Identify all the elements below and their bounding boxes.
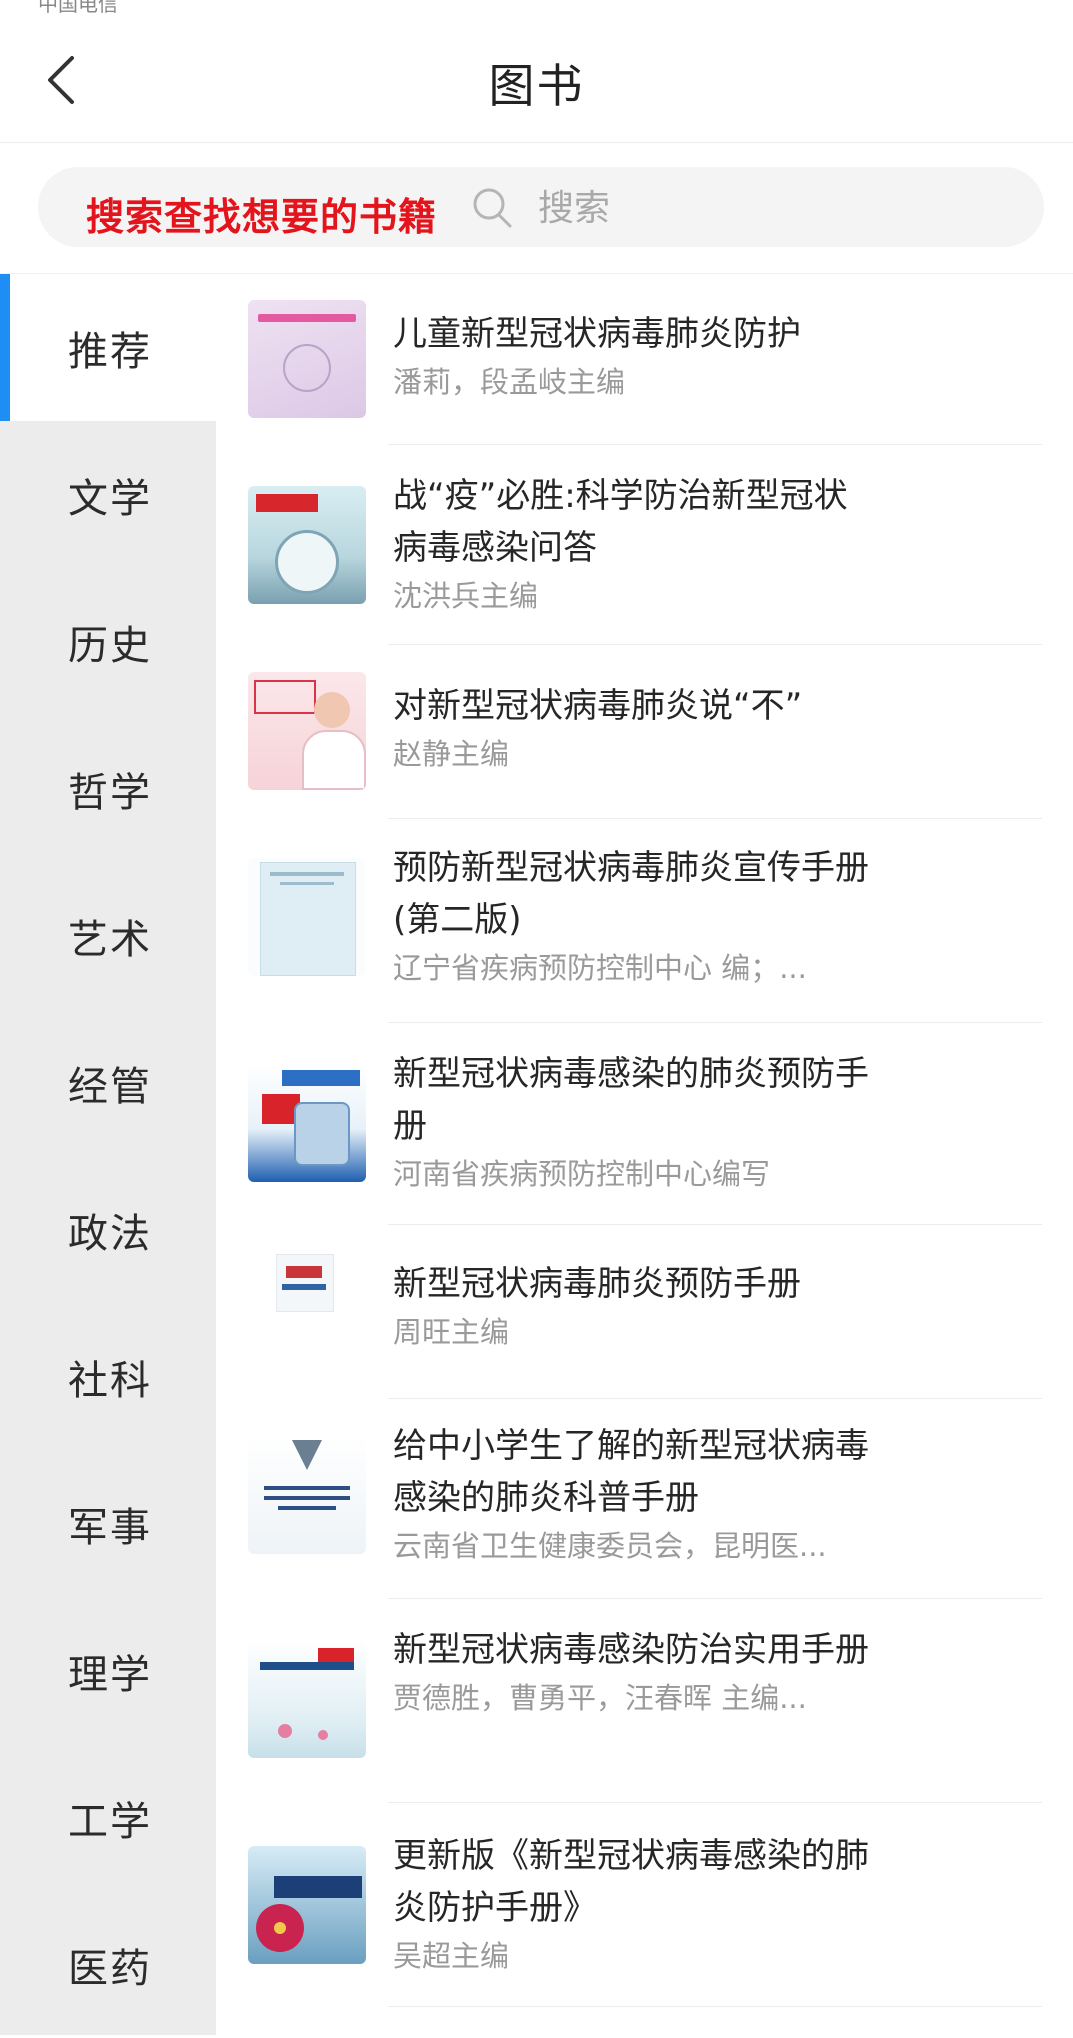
book-author: 赵静主编 <box>393 737 510 771</box>
sidebar-item-label: 历史 <box>68 622 152 669</box>
book-title: 儿童新型冠状病毒肺炎防护 <box>393 314 801 354</box>
divider <box>388 1022 1042 1023</box>
sidebar-item-medicine[interactable]: 医药 <box>0 1891 216 2038</box>
book-cover <box>248 1064 366 1182</box>
sidebar-item-engineering[interactable]: 工学 <box>0 1744 216 1891</box>
sidebar-item-science[interactable]: 理学 <box>0 1597 216 1744</box>
book-title: 给中小学生了解的新型冠状病毒感染的肺炎科普手册 <box>393 1426 869 1518</box>
book-author: 贾德胜，曹勇平，汪春晖 主编... <box>393 1681 807 1715</box>
sidebar-item-law[interactable]: 政法 <box>0 1156 216 1303</box>
search-icon <box>473 188 512 228</box>
sidebar-item-label: 军事 <box>68 1504 152 1551</box>
book-cover <box>248 1640 366 1758</box>
book-author: 云南省卫生健康委员会，昆明医... <box>393 1529 827 1563</box>
page-title: 图书 <box>488 59 585 113</box>
divider <box>388 818 1042 819</box>
sidebar-item-recommend[interactable]: 推荐 <box>0 274 216 421</box>
book-cover <box>248 486 366 604</box>
sidebar-item-label: 文学 <box>68 475 152 522</box>
book-cover <box>248 858 366 976</box>
divider <box>388 644 1042 645</box>
search-bar[interactable]: 搜索查找想要的书籍 <box>38 167 1044 247</box>
sidebar-item-economics[interactable]: 经管 <box>0 1009 216 1156</box>
divider <box>388 1398 1042 1399</box>
book-cover <box>248 300 366 418</box>
book-cover <box>248 672 366 790</box>
book-author: 河南省疾病预防控制中心编写 <box>393 1157 771 1191</box>
sidebar-item-philosophy[interactable]: 哲学 <box>0 715 216 862</box>
sidebar-item-label: 推荐 <box>68 328 152 375</box>
sidebar-item-art[interactable]: 艺术 <box>0 862 216 1009</box>
top-nav-bar: 图书 <box>0 0 1073 143</box>
sidebar-item-label: 艺术 <box>68 916 152 963</box>
sidebar-item-social-science[interactable]: 社科 <box>0 1303 216 1450</box>
search-section: 搜索查找想要的书籍 <box>0 143 1073 274</box>
active-indicator <box>0 274 10 421</box>
divider <box>388 2006 1042 2007</box>
book-author: 辽宁省疾病预防控制中心 编；... <box>393 951 807 985</box>
sidebar-item-label: 工学 <box>68 1798 152 1845</box>
book-title: 新型冠状病毒肺炎预防手册 <box>393 1264 801 1304</box>
sidebar-item-label: 理学 <box>68 1651 152 1698</box>
book-author: 潘莉，段孟岐主编 <box>393 365 626 399</box>
category-sidebar: 推荐 文学 历史 哲学 艺术 经管 政法 社科 军事 理学 工学 医药 <box>0 274 216 2035</box>
sidebar-item-label: 经管 <box>68 1063 152 1110</box>
book-title: 新型冠状病毒感染的肺炎预防手册 <box>393 1054 869 1146</box>
book-author: 周旺主编 <box>393 1315 510 1349</box>
divider <box>388 444 1042 445</box>
divider <box>388 1598 1042 1599</box>
book-cover <box>248 1250 366 1368</box>
search-input[interactable] <box>536 177 1020 239</box>
book-cover <box>248 1436 366 1554</box>
divider <box>388 1802 1042 1803</box>
book-author: 沈洪兵主编 <box>393 579 539 613</box>
sidebar-item-label: 政法 <box>68 1210 152 1257</box>
sidebar-item-literature[interactable]: 文学 <box>0 421 216 568</box>
book-title: 新型冠状病毒感染防治实用手册 <box>393 1630 869 1670</box>
sidebar-item-history[interactable]: 历史 <box>0 568 216 715</box>
sidebar-item-military[interactable]: 军事 <box>0 1450 216 1597</box>
book-title: 战“疫”必胜:科学防治新型冠状病毒感染问答 <box>393 476 848 568</box>
sidebar-item-label: 哲学 <box>68 769 152 816</box>
book-cover <box>248 1846 366 1964</box>
book-title: 更新版《新型冠状病毒感染的肺炎防护手册》 <box>393 1836 869 1928</box>
search-promo-text: 搜索查找想要的书籍 <box>86 194 438 239</box>
divider <box>388 1224 1042 1225</box>
book-title: 预防新型冠状病毒肺炎宣传手册(第二版) <box>393 848 869 940</box>
book-author: 吴超主编 <box>393 1939 510 1973</box>
book-title: 对新型冠状病毒肺炎说“不” <box>393 686 803 726</box>
sidebar-item-label: 社科 <box>68 1357 152 1404</box>
sidebar-item-label: 医药 <box>68 1945 152 1992</box>
